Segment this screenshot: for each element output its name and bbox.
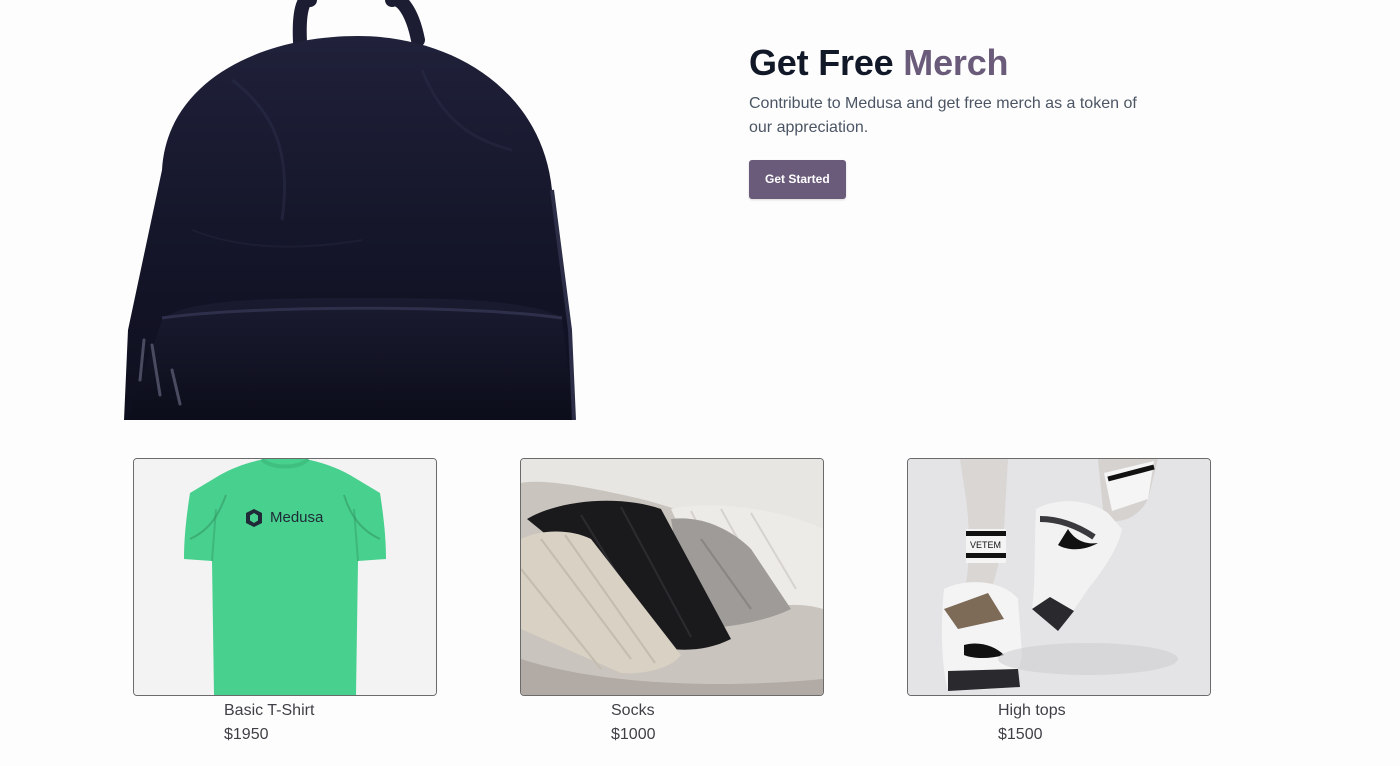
socks-image[interactable] <box>520 458 824 696</box>
product-price: $1000 <box>611 726 656 743</box>
storefront-page: Get Free Merch Contribute to Medusa and … <box>0 0 1400 766</box>
product-info: High tops $1500 <box>998 699 1211 747</box>
backpack-illustration <box>124 0 576 420</box>
backpack-image[interactable] <box>122 0 578 420</box>
product-price: $1950 <box>224 726 269 743</box>
product-price: $1500 <box>998 726 1043 743</box>
product-info: Basic T-Shirt $1950 <box>224 699 437 747</box>
hero-title-main: Get Free <box>749 42 894 83</box>
sock-brand-text: VETEM <box>970 540 1001 550</box>
product-name[interactable]: High tops <box>998 699 1211 723</box>
hero-description: Contribute to Medusa and get free merch … <box>749 95 1137 136</box>
socks-illustration <box>521 459 823 695</box>
high-tops-image[interactable]: VETEM <box>907 458 1211 696</box>
product-name[interactable]: Socks <box>611 699 824 723</box>
hero-title-accent: Merch <box>903 42 1009 83</box>
tshirt-logo-text: Medusa <box>270 509 324 526</box>
get-started-button[interactable]: Get Started <box>749 160 846 199</box>
product-card-high-tops[interactable]: VETEM High tops $1500 <box>907 458 1211 747</box>
product-info: Socks $1000 <box>611 699 824 747</box>
hero-section: Get Free Merch Contribute to Medusa and … <box>749 40 1169 199</box>
tshirt-image[interactable]: Medusa <box>133 458 437 696</box>
product-card-basic-tshirt[interactable]: Medusa Basic T-Shirt $1950 <box>133 458 437 747</box>
hero-title: Get Free Merch <box>749 40 1169 86</box>
tshirt-illustration: Medusa <box>134 459 436 695</box>
high-tops-illustration: VETEM <box>908 459 1210 695</box>
product-card-socks[interactable]: Socks $1000 <box>520 458 824 747</box>
product-name[interactable]: Basic T-Shirt <box>224 699 437 723</box>
